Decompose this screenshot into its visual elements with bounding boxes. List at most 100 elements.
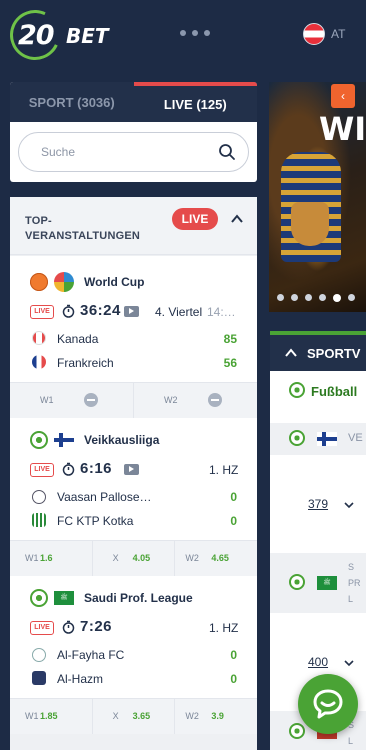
top-events-header[interactable]: TOP- VERANSTALTUNGEN LIVE bbox=[10, 197, 257, 255]
event-card[interactable]: World Cup LIVE 36:24 4. Viertel 14:… Kan… bbox=[10, 256, 257, 382]
chevron-up-icon[interactable] bbox=[284, 347, 298, 359]
team-home-logo bbox=[32, 648, 46, 662]
odd-label: X bbox=[112, 553, 119, 563]
league-name: S PR L bbox=[348, 559, 361, 607]
odd-w2[interactable]: W2 4.65 bbox=[175, 541, 257, 576]
football-icon bbox=[289, 430, 305, 446]
category-football[interactable]: Fußball bbox=[311, 384, 357, 399]
odd-value: 4.05 bbox=[132, 553, 151, 563]
banner-pagination[interactable] bbox=[277, 294, 355, 302]
chevron-down-icon[interactable] bbox=[344, 658, 354, 668]
football-icon bbox=[30, 431, 48, 449]
search-placeholder: Suche bbox=[41, 145, 76, 159]
odd-w1[interactable]: W1 1.6 bbox=[10, 541, 93, 576]
sport-live-tabs: SPORT (3036) LIVE (125) bbox=[10, 82, 257, 122]
event-league: World Cup bbox=[84, 275, 145, 289]
match-period: 1. HZ bbox=[209, 463, 239, 477]
banner-dot-active[interactable] bbox=[333, 294, 341, 302]
odd-value: 3.9 bbox=[211, 711, 224, 721]
league-row[interactable]: VE bbox=[270, 423, 366, 455]
language-code[interactable]: AT bbox=[331, 27, 345, 41]
event-card[interactable]: Veikkausliiga LIVE 6:16 1. HZ Vaasan Pal… bbox=[10, 418, 257, 544]
team-away-logo bbox=[32, 671, 46, 685]
odd-value: 1.6 bbox=[40, 553, 53, 563]
world-cup-icon bbox=[54, 272, 74, 292]
sport-live-panel: SPORT (3036) LIVE (125) Suche bbox=[10, 82, 257, 182]
logo-number: 20 bbox=[18, 20, 55, 51]
odd-w1[interactable]: W1 bbox=[10, 383, 134, 418]
chevron-up-icon[interactable] bbox=[230, 212, 244, 226]
top-header: 20 BET AT bbox=[0, 0, 366, 68]
odd-label: X bbox=[112, 711, 119, 721]
events-count-link[interactable]: 379 bbox=[308, 497, 328, 511]
tab-live[interactable]: LIVE (125) bbox=[133, 82, 257, 122]
promo-banner[interactable]: WI ‹ bbox=[269, 82, 366, 312]
top-events-title-line2: VERANSTALTUNGEN bbox=[25, 230, 141, 242]
live-tag: LIVE bbox=[30, 305, 54, 319]
basketball-icon bbox=[30, 273, 48, 291]
odds-locked-icon bbox=[84, 393, 98, 407]
search-input[interactable]: Suche bbox=[18, 132, 249, 172]
team-home: Kanada bbox=[57, 332, 99, 346]
finland-flag-icon bbox=[54, 433, 74, 447]
live-stream-icon[interactable] bbox=[124, 464, 139, 475]
score-home: 0 bbox=[230, 648, 237, 662]
events-count-link[interactable]: 400 bbox=[308, 655, 328, 669]
odd-w1[interactable]: W1 1.85 bbox=[10, 699, 93, 734]
match-period-extra: 14:… bbox=[207, 305, 236, 319]
banner-dot[interactable] bbox=[305, 294, 312, 301]
banner-prev-button[interactable]: ‹ bbox=[331, 84, 355, 108]
odd-x[interactable]: X 4.05 bbox=[93, 541, 176, 576]
more-menu-icon[interactable] bbox=[180, 30, 210, 36]
league-name-line: PR bbox=[348, 578, 361, 588]
team-away: Frankreich bbox=[57, 356, 114, 370]
odd-label: W2 bbox=[185, 553, 199, 563]
search-icon[interactable] bbox=[218, 143, 236, 161]
team-home-logo bbox=[32, 490, 46, 504]
league-name-line: L bbox=[348, 736, 354, 746]
score-home: 85 bbox=[223, 332, 237, 346]
stopwatch-icon bbox=[62, 462, 75, 476]
tab-sport[interactable]: SPORT (3036) bbox=[10, 82, 134, 122]
event-league: Veikkausliiga bbox=[84, 433, 160, 447]
sportsview-title: SPORTV bbox=[307, 346, 361, 361]
league-name-line: S bbox=[348, 562, 355, 572]
banner-dot[interactable] bbox=[348, 294, 355, 301]
match-period: 1. HZ bbox=[209, 621, 239, 635]
austria-flag-icon[interactable] bbox=[303, 23, 325, 45]
league-name: VE bbox=[348, 432, 363, 444]
team-away: FC KTP Kotka bbox=[57, 514, 134, 528]
league-row[interactable]: ﷺ S PR L bbox=[270, 553, 366, 613]
banner-headline: WI bbox=[319, 110, 366, 148]
odd-label: W1 bbox=[25, 553, 39, 563]
football-icon bbox=[30, 589, 48, 607]
chat-bubble-icon bbox=[313, 689, 343, 719]
brand-logo[interactable]: 20 BET bbox=[2, 2, 120, 68]
stopwatch-icon bbox=[62, 620, 75, 634]
sportsview-header[interactable]: SPORTV bbox=[270, 331, 366, 371]
odd-w2[interactable]: W2 3.9 bbox=[175, 699, 257, 734]
banner-dot[interactable] bbox=[291, 294, 298, 301]
odds-locked-icon bbox=[208, 393, 222, 407]
score-away: 0 bbox=[230, 672, 237, 686]
score-away: 0 bbox=[230, 514, 237, 528]
event-card[interactable]: ﷺ Saudi Prof. League LIVE 7:26 1. HZ Al-… bbox=[10, 576, 257, 702]
odd-x[interactable]: X 3.65 bbox=[93, 699, 176, 734]
top-events-title-line1: TOP- bbox=[25, 215, 52, 227]
league-name-line: L bbox=[348, 594, 354, 604]
score-away: 56 bbox=[223, 356, 237, 370]
odd-w2[interactable]: W2 bbox=[134, 383, 257, 418]
finland-flag-icon bbox=[317, 432, 337, 446]
logo-word: BET bbox=[66, 24, 109, 48]
banner-dot[interactable] bbox=[277, 294, 284, 301]
banner-dot[interactable] bbox=[319, 294, 326, 301]
match-time: 36:24 bbox=[80, 302, 121, 319]
pharaoh-face-image bbox=[291, 202, 329, 246]
score-home: 0 bbox=[230, 490, 237, 504]
odd-label: W1 bbox=[40, 395, 54, 405]
live-chat-button[interactable] bbox=[298, 674, 358, 734]
chevron-down-icon[interactable] bbox=[344, 500, 354, 510]
live-tag: LIVE bbox=[30, 621, 54, 635]
live-stream-icon[interactable] bbox=[124, 306, 139, 317]
saudi-arabia-flag-icon: ﷺ bbox=[54, 591, 74, 605]
